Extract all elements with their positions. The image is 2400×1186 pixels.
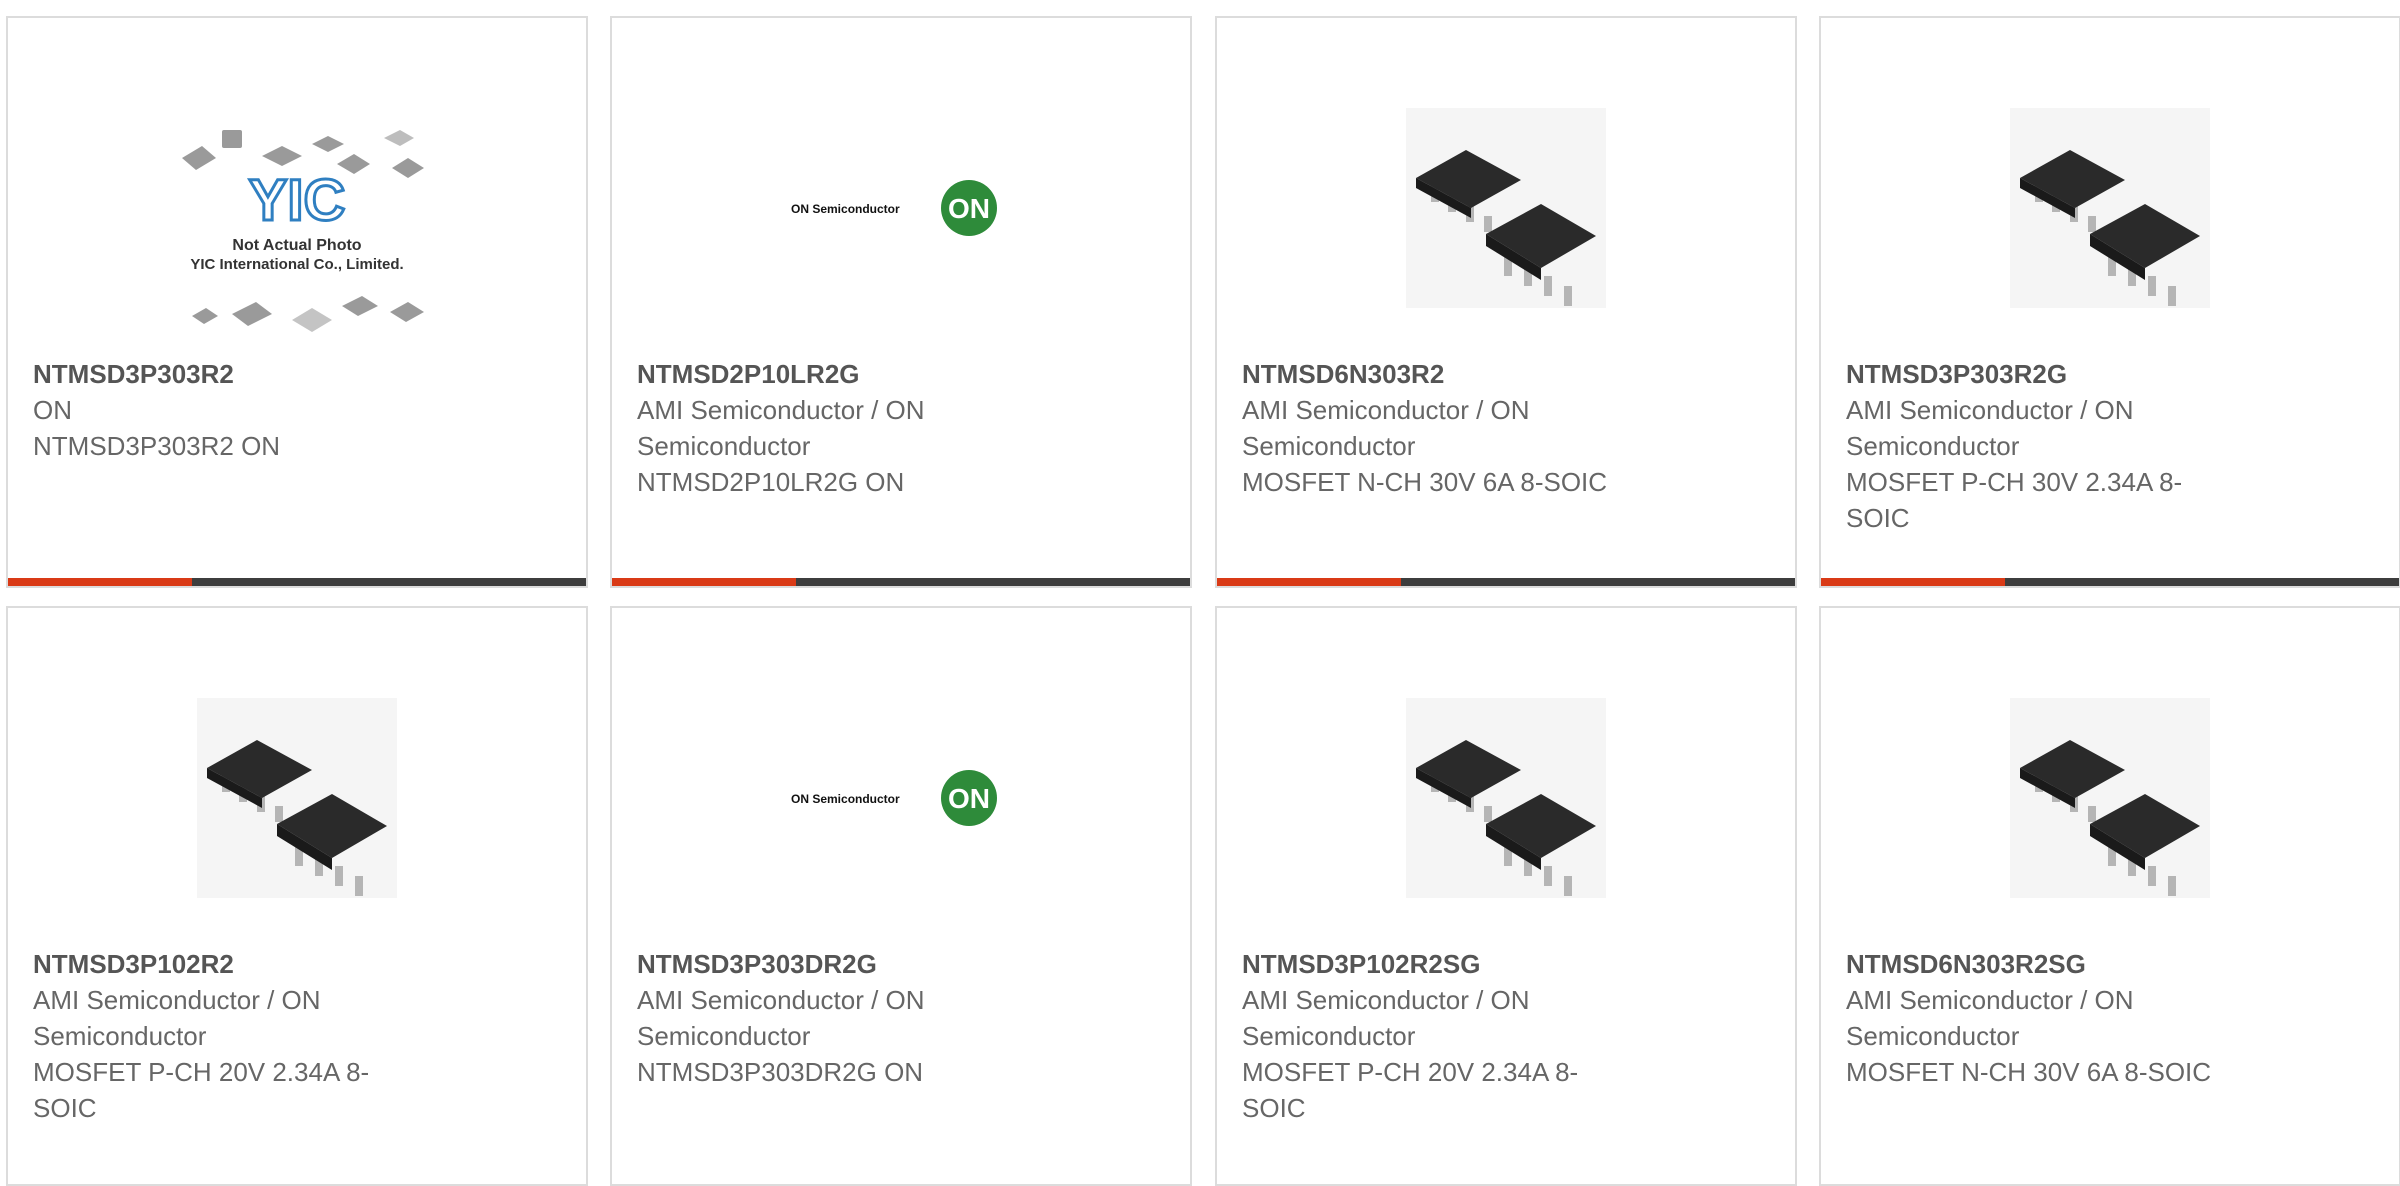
- card-bottom-bar: [1217, 578, 1795, 586]
- soic-chip-icon: [1406, 108, 1606, 308]
- manufacturer: AMI Semiconductor / ON Semiconductor: [1242, 985, 1530, 1051]
- card-bottom-bar: [8, 578, 586, 586]
- on-semiconductor-logo-icon: ON Semiconductor ON: [791, 180, 997, 236]
- product-image: [8, 668, 586, 928]
- part-number[interactable]: NTMSD3P303R2: [33, 356, 566, 392]
- description: NTMSD2P10LR2G ON: [637, 467, 905, 497]
- placeholder-photo-icon: YIC Not Actual Photo YIC International C…: [182, 130, 424, 332]
- on-logo-badge: ON: [948, 783, 990, 814]
- description: MOSFET P-CH 30V 2.34A 8-SOIC: [1846, 467, 2183, 533]
- description: MOSFET P-CH 20V 2.34A 8-SOIC: [1242, 1057, 1579, 1123]
- part-number[interactable]: NTMSD6N303R2SG: [1846, 946, 2379, 982]
- manufacturer: ON: [33, 395, 72, 425]
- product-image: [1217, 668, 1795, 928]
- product-image: ON Semiconductor ON: [612, 668, 1190, 928]
- part-number[interactable]: NTMSD2P10LR2G: [637, 356, 1170, 392]
- part-number[interactable]: NTMSD3P303R2G: [1846, 356, 2379, 392]
- manufacturer: AMI Semiconductor / ON Semiconductor: [1846, 985, 2134, 1051]
- card-bottom-bar: [1821, 578, 2399, 586]
- product-image: [1821, 668, 2399, 928]
- on-logo-badge: ON: [948, 193, 990, 224]
- product-grid: YIC Not Actual Photo YIC International C…: [0, 0, 2400, 1186]
- manufacturer: AMI Semiconductor / ON Semiconductor: [637, 985, 925, 1051]
- product-image: [1217, 78, 1795, 338]
- soic-chip-icon: [197, 698, 397, 898]
- manufacturer: AMI Semiconductor / ON Semiconductor: [33, 985, 321, 1051]
- product-image: [1821, 78, 2399, 338]
- part-number[interactable]: NTMSD3P102R2: [33, 946, 566, 982]
- product-card[interactable]: NTMSD3P303R2G AMI Semiconductor / ON Sem…: [1819, 16, 2400, 588]
- description: NTMSD3P303R2 ON: [33, 431, 281, 461]
- product-image: YIC Not Actual Photo YIC International C…: [8, 98, 586, 358]
- product-card[interactable]: YIC Not Actual Photo YIC International C…: [6, 16, 588, 588]
- product-card[interactable]: NTMSD6N303R2 AMI Semiconductor / ON Semi…: [1215, 16, 1797, 588]
- on-logo-wordmark: ON Semiconductor: [791, 792, 900, 806]
- soic-chip-icon: [2010, 698, 2210, 898]
- product-card[interactable]: NTMSD3P102R2 AMI Semiconductor / ON Semi…: [6, 606, 588, 1186]
- description: MOSFET N-CH 30V 6A 8-SOIC: [1242, 467, 1608, 497]
- part-number[interactable]: NTMSD3P102R2SG: [1242, 946, 1775, 982]
- product-card[interactable]: ON Semiconductor ON NTMSD2P10LR2G AMI Se…: [610, 16, 1192, 588]
- part-number[interactable]: NTMSD3P303DR2G: [637, 946, 1170, 982]
- on-semiconductor-logo-icon: ON Semiconductor ON: [791, 770, 997, 826]
- description: MOSFET N-CH 30V 6A 8-SOIC: [1846, 1057, 2212, 1087]
- manufacturer: AMI Semiconductor / ON Semiconductor: [1846, 395, 2134, 461]
- soic-chip-icon: [2010, 108, 2210, 308]
- soic-chip-icon: [1406, 698, 1606, 898]
- card-bottom-bar: [612, 578, 1190, 586]
- description: MOSFET P-CH 20V 2.34A 8-SOIC: [33, 1057, 370, 1123]
- manufacturer: AMI Semiconductor / ON Semiconductor: [1242, 395, 1530, 461]
- manufacturer: AMI Semiconductor / ON Semiconductor: [637, 395, 925, 461]
- product-image: ON Semiconductor ON: [612, 78, 1190, 338]
- product-card[interactable]: NTMSD6N303R2SG AMI Semiconductor / ON Se…: [1819, 606, 2400, 1186]
- placeholder-line2: YIC International Co., Limited.: [190, 256, 403, 273]
- product-card[interactable]: NTMSD3P102R2SG AMI Semiconductor / ON Se…: [1215, 606, 1797, 1186]
- placeholder-logo: YIC: [249, 168, 346, 233]
- on-logo-wordmark: ON Semiconductor: [791, 202, 900, 216]
- part-number[interactable]: NTMSD6N303R2: [1242, 356, 1775, 392]
- placeholder-line1: Not Actual Photo: [232, 237, 361, 254]
- product-card[interactable]: ON Semiconductor ON NTMSD3P303DR2G AMI S…: [610, 606, 1192, 1186]
- description: NTMSD3P303DR2G ON: [637, 1057, 924, 1087]
